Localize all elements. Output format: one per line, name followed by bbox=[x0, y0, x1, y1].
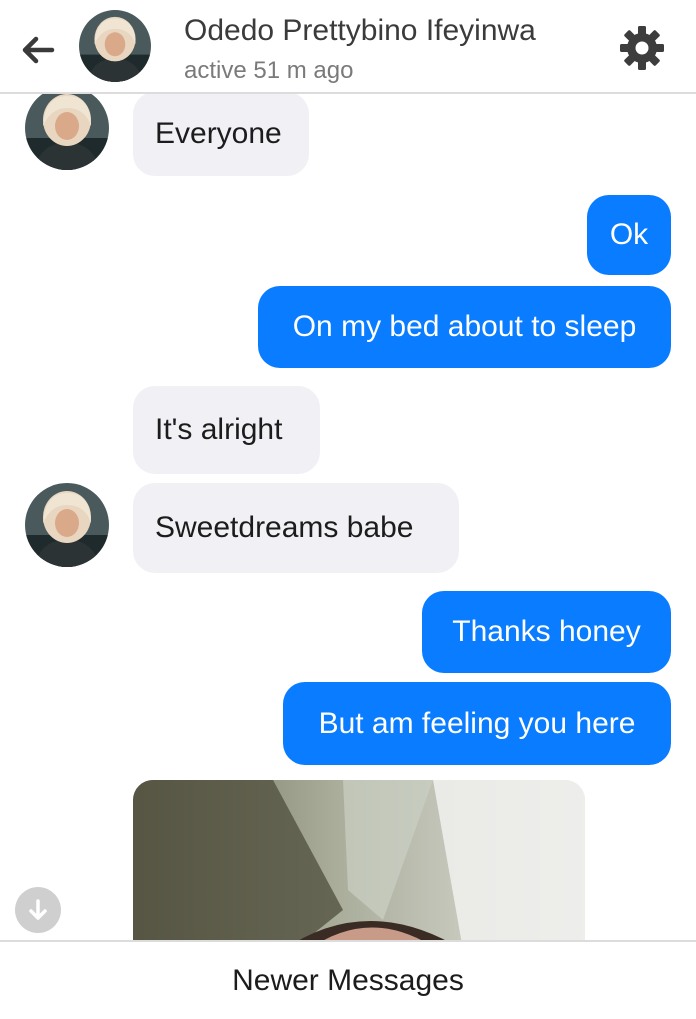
incoming-message[interactable]: Everyone bbox=[133, 92, 309, 176]
outgoing-message[interactable]: Ok bbox=[587, 195, 671, 275]
message-text: Sweetdreams babe bbox=[155, 511, 414, 544]
message-text: Ok bbox=[609, 218, 649, 251]
contact-avatar-small[interactable] bbox=[25, 483, 109, 567]
newer-messages-link[interactable]: Newer Messages bbox=[232, 964, 464, 998]
settings-button[interactable] bbox=[618, 24, 666, 72]
contact-name[interactable]: Odedo Prettybino Ifeyinwa bbox=[184, 14, 536, 48]
outgoing-message[interactable]: But am feeling you here bbox=[283, 682, 671, 765]
scroll-to-bottom-button[interactable] bbox=[15, 887, 61, 933]
active-status: active 51 m ago bbox=[184, 57, 354, 84]
message-text: It's alright bbox=[155, 413, 283, 446]
contact-avatar[interactable] bbox=[79, 10, 151, 82]
message-text: Thanks honey bbox=[452, 615, 641, 648]
incoming-message[interactable]: Sweetdreams babe bbox=[133, 483, 459, 573]
back-button[interactable] bbox=[18, 30, 58, 70]
message-text: Everyone bbox=[155, 117, 282, 150]
chat-screen: Odedo Prettybino Ifeyinwa active 51 m ag… bbox=[0, 0, 696, 1019]
outgoing-message[interactable]: On my bed about to sleep bbox=[258, 286, 671, 368]
contact-avatar-small[interactable] bbox=[25, 86, 109, 170]
arrow-down-circle-icon bbox=[29, 899, 47, 920]
chat-header: Odedo Prettybino Ifeyinwa active 51 m ag… bbox=[0, 0, 696, 94]
message-text: On my bed about to sleep bbox=[292, 310, 637, 343]
gear-icon bbox=[620, 26, 664, 70]
incoming-message[interactable]: It's alright bbox=[133, 386, 320, 474]
photo-message[interactable] bbox=[133, 780, 585, 950]
arrow-left-icon bbox=[22, 36, 55, 64]
outgoing-message[interactable]: Thanks honey bbox=[422, 591, 671, 673]
message-text: But am feeling you here bbox=[318, 706, 636, 740]
chat-footer: Newer Messages bbox=[0, 940, 696, 1019]
